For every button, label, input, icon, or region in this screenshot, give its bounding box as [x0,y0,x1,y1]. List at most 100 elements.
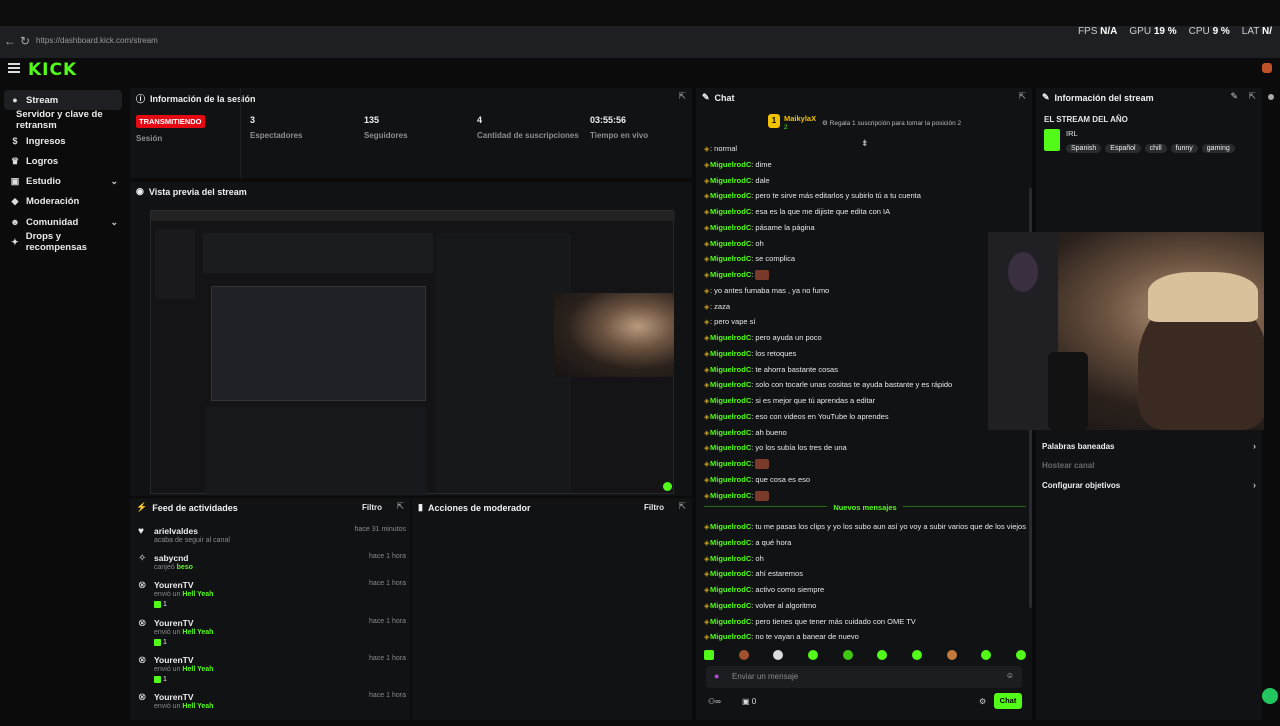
mic-icon[interactable]: ● [714,671,719,681]
chat-message: ◈MiguelrodC: activo como siempre [704,585,825,594]
chat-username[interactable]: MiguelrodC [710,365,751,374]
popout-icon[interactable]: ⇱ [1248,91,1256,102]
tool-icon[interactable] [1268,94,1274,100]
chat-message: ◈MiguelrodC: tu me pasas los clips y yo … [704,522,1026,531]
chat-username[interactable]: MiguelrodC [710,443,751,452]
kick-badge-icon: ⊗ [138,618,147,629]
chat-username[interactable]: MiguelrodC [710,176,751,185]
emote-icon[interactable] [704,650,714,660]
emote-icon[interactable] [877,650,888,660]
popout-icon[interactable]: ⇱ [1018,91,1026,102]
chat-username[interactable]: MiguelrodC [710,239,751,248]
chat-username[interactable]: MiguelrodC [710,569,751,578]
subs-label: Cantidad de suscripciones [477,131,579,140]
gift-prompt[interactable]: ⚙ Regala 1 suscripción para tomar la pos… [822,119,961,127]
activity-filter-button[interactable]: Filtro [362,503,382,512]
chat-text: ah bueno [755,427,787,437]
chat-username[interactable]: MiguelrodC [710,412,751,421]
camera-icon: ▣ [10,175,20,186]
chat-username[interactable]: MiguelrodC [710,617,751,626]
sidebar-item-moderacion[interactable]: ◆ Moderación [4,191,122,211]
chat-text: a qué hora [755,537,792,547]
sidebar-item-logros[interactable]: ♛ Logros [4,151,122,171]
popout-icon[interactable]: ⇱ [678,91,686,102]
popout-icon[interactable]: ⇱ [396,501,404,512]
address-bar[interactable]: https://dashboard.kick.com/stream [36,36,1176,50]
chat-username[interactable]: MiguelrodC [710,632,751,641]
chat-username[interactable]: MiguelrodC [710,554,751,563]
emote-icon[interactable] [807,650,818,660]
chat-username[interactable]: MiguelrodC [710,270,751,279]
chat-username[interactable]: MiguelrodC [710,459,751,468]
back-icon[interactable]: ← [4,34,16,48]
chat-username[interactable]: MiguelrodC [710,254,751,263]
chat-username[interactable]: MiguelrodC [710,349,751,358]
chat-input-placeholder: Enviar un mensaje [732,672,799,681]
chat-username[interactable]: MiguelrodC [710,333,751,342]
chat-username[interactable]: MiguelrodC [710,428,751,437]
emote-icon[interactable] [946,650,957,660]
mod-title: Acciones de moderador [427,502,531,513]
kick-coin-icon [154,639,161,646]
emote-icon[interactable] [981,650,992,660]
sidebar-item-ingresos[interactable]: $ Ingresos [4,131,122,151]
shield-icon: ◆ [11,195,19,206]
chat-message: ◈MiguelrodC: [704,270,1026,281]
gift-icon[interactable]: ▣ [742,697,750,706]
chat-message: ◈MiguelrodC: no te vayan a banear de nue… [704,632,859,642]
help-bubble-icon[interactable] [1262,688,1278,704]
sidebar-item-comunidad[interactable]: ☻ Comunidad ⌄ [4,212,122,232]
avatar[interactable] [1262,63,1272,73]
menu-icon[interactable] [8,63,20,73]
stream-preview-video[interactable] [150,210,675,495]
chat-text: volver al algoritmo [755,600,817,610]
chat-message: ◈MiguelrodC: oh [704,553,764,563]
chat-username[interactable]: MiguelrodC [710,538,751,547]
chat-username[interactable]: MiguelrodC [710,160,751,169]
chat-username[interactable]: MiguelrodC [710,207,751,216]
new-messages-divider[interactable]: Nuevos mensajes [704,503,1026,519]
emote-icon[interactable] [773,650,784,660]
sidebar-item-drops[interactable]: ✦ Drops y recompensas [4,231,122,253]
emote-icon[interactable] [842,650,853,660]
emote-icon[interactable] [738,650,749,660]
reload-icon[interactable]: ↻ [20,34,30,48]
mod-filter-button[interactable]: Filtro [644,503,664,512]
chat-username[interactable]: MiguelrodC [710,491,751,500]
chat-username[interactable]: MiguelrodC [710,396,751,405]
emoji-icon[interactable]: ☺ [1006,671,1014,680]
chat-username[interactable]: MiguelrodC [710,475,751,484]
chat-username[interactable]: MiguelrodC [710,522,751,531]
chat-text: los retoques [755,348,797,358]
host-channel-link[interactable]: Hostear canal [1042,461,1256,470]
chat-text: esa es la que me dijiste que edita con I… [755,207,891,216]
chat-username[interactable]: MiguelrodC [710,601,751,610]
top-gifter-name[interactable]: MaikylaX [784,114,816,123]
banned-words-link[interactable]: Palabras baneadas › [1042,441,1256,451]
sidebar-item-server-key[interactable]: Servidor y clave de retransm [10,109,134,131]
chat-username[interactable]: MiguelrodC [710,585,751,594]
emote-icon[interactable] [911,650,922,660]
chat-input[interactable]: ● Enviar un mensaje ☺ [706,666,1022,688]
chat-username[interactable]: MiguelrodC [710,223,751,232]
activity-item: ⊗ YourenTV envió un Hell Yeah hace 1 hor… [138,692,406,710]
edit-icon[interactable]: ✎ [1230,91,1238,102]
emote-icon[interactable] [1015,650,1026,660]
chat-text: dale [755,175,770,185]
sidebar-item-estudio[interactable]: ▣ Estudio ⌄ [4,171,122,191]
popout-icon[interactable]: ⇱ [678,501,686,512]
send-chat-button[interactable]: Chat [994,693,1022,709]
chat-username[interactable]: MiguelrodC [710,191,751,200]
kick-badge-icon: ⊗ [138,692,147,703]
chat-text: no te vayan a banear de nuevo [755,632,859,642]
chat-text: se complica [755,254,796,264]
configure-goals-link[interactable]: Configurar objetivos › [1042,480,1256,490]
settings-icon[interactable]: ⚙ [979,697,986,706]
top-gifter-count: 2 [784,124,788,131]
chat-username[interactable]: MiguelrodC [710,380,751,389]
sidebar-item-stream[interactable]: ● Stream [4,90,122,110]
viewers-infinity-icon[interactable]: ⚇∞ [708,697,721,706]
kick-logo[interactable]: KICK [28,60,77,80]
chat-message: ◈MiguelrodC: pero ayuda un poco [704,333,822,342]
chat-text: oh [755,238,764,248]
